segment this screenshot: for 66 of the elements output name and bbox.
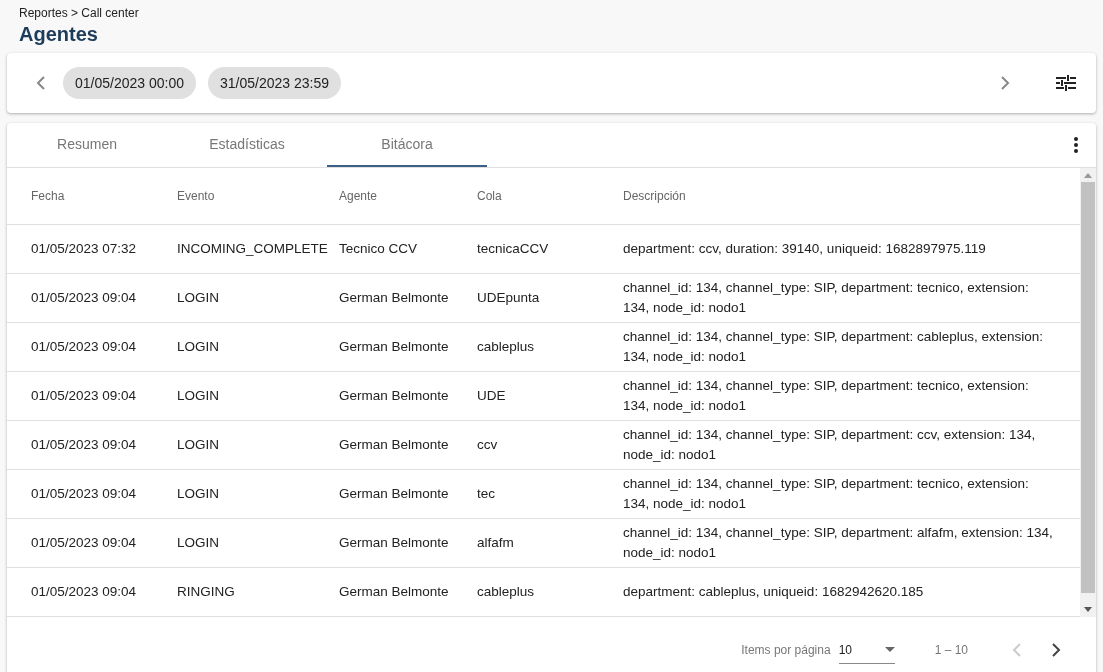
table-cell-text: German Belmonte xyxy=(339,338,450,356)
table-cell-text: channel_id: 134, channel_type: SIP, department: tecnico, extension: 134, node_id: nodo1 xyxy=(623,279,1030,317)
chevron-right-icon xyxy=(1051,643,1061,657)
table-cell-text: cableplus xyxy=(477,583,536,601)
table-cell-text: channel_id: 134, channel_type: SIP, department: cableplus, extension: 134, node_id: nodo1 xyxy=(623,328,1045,366)
table-cell-text: LOGIN xyxy=(177,485,220,503)
table-cell-text: tecnicaCCV xyxy=(477,240,550,258)
more-vertical-icon xyxy=(1074,137,1078,153)
tab[interactable]: Bitácora xyxy=(327,123,487,167)
table-cell-text: German Belmonte xyxy=(339,289,450,307)
table-cell-text: LOGIN xyxy=(177,289,220,307)
scrollbar-thumb[interactable] xyxy=(1081,182,1095,593)
table-cell-text: department: cableplus, uniqueid: 1682942620.185 xyxy=(623,583,925,601)
page-range: 1 – 10 xyxy=(934,643,968,657)
chevron-left-icon xyxy=(35,76,45,90)
table-cell-text: 01/05/2023 09:04 xyxy=(31,534,138,552)
items-per-page-label: Items por página xyxy=(741,643,831,657)
table-cell-text: cableplus xyxy=(477,338,536,356)
table-cell-text: channel_id: 134, channel_type: SIP, department: ccv, extension: 134, node_id: nodo1 xyxy=(623,426,1037,464)
scrollbar[interactable] xyxy=(1080,168,1096,617)
table-cell-text: 01/05/2023 09:04 xyxy=(31,338,138,356)
table-cell-text: department: ccv, duration: 39140, uniqueid: 1682897975.119 xyxy=(623,240,987,258)
chevron-left-icon xyxy=(1011,643,1021,657)
end-date-chip[interactable]: 31/05/2023 23:59 xyxy=(208,67,341,99)
column-header[interactable]: Evento xyxy=(177,186,339,206)
table-cell-text: LOGIN xyxy=(177,436,220,454)
page-size-select[interactable]: 10 xyxy=(838,636,895,664)
page-title: Agentes xyxy=(19,23,99,46)
table-cell-text: UDEpunta xyxy=(477,289,541,307)
table-cell-text: channel_id: 134, channel_type: SIP, department: tecnico, extension: 134, node_id: nodo1 xyxy=(623,475,1030,513)
table-cell-text: 01/05/2023 07:32 xyxy=(31,240,138,258)
column-header[interactable]: Descripción xyxy=(623,186,1056,206)
table-cell-text: Tecnico CCV xyxy=(339,240,419,258)
table-cell-text: ccv xyxy=(477,436,499,454)
table-cell-text: channel_id: 134, channel_type: SIP, department: tecnico, extension: 134, node_id: nodo1 xyxy=(623,377,1030,415)
tab[interactable]: Estadísticas xyxy=(167,123,327,167)
column-header[interactable]: Cola xyxy=(477,186,623,206)
table-cell-text: German Belmonte xyxy=(339,387,450,405)
column-header[interactable]: Agente xyxy=(339,186,477,206)
table-cell-text: RINGING xyxy=(177,583,236,601)
scroll-down-icon[interactable] xyxy=(1084,607,1092,612)
filter-sliders-icon[interactable] xyxy=(1056,74,1076,92)
table-cell-text: UDE xyxy=(477,387,507,405)
dropdown-caret-icon xyxy=(884,647,895,652)
table-cell-text: 01/05/2023 09:04 xyxy=(31,485,138,503)
table-cell-text: German Belmonte xyxy=(339,436,450,454)
table-cell-text: German Belmonte xyxy=(339,583,450,601)
table-cell-text: 01/05/2023 09:04 xyxy=(31,583,138,601)
table-cell-text: LOGIN xyxy=(177,387,220,405)
table-cell-text: LOGIN xyxy=(177,338,220,356)
table-cell-text: German Belmonte xyxy=(339,534,450,552)
table-cell-text: LOGIN xyxy=(177,534,220,552)
scroll-up-icon[interactable] xyxy=(1084,173,1092,178)
table-cell-text: German Belmonte xyxy=(339,485,450,503)
table-cell-text: channel_id: 134, channel_type: SIP, department: alfafm, extension: 134, node_id: nodo1 xyxy=(623,524,1054,562)
table-cell-text: 01/05/2023 09:04 xyxy=(31,387,138,405)
table-cell-text: 01/05/2023 09:04 xyxy=(31,436,138,454)
start-date-chip[interactable]: 01/05/2023 00:00 xyxy=(63,67,196,99)
table-cell-text: 01/05/2023 09:04 xyxy=(31,289,138,307)
table-cell-text: INCOMING_COMPLETE xyxy=(177,240,329,258)
column-header[interactable]: Fecha xyxy=(31,186,177,206)
chevron-right-icon xyxy=(1000,76,1010,90)
table-cell-text: tec xyxy=(477,485,496,503)
table-cell-text: alfafm xyxy=(477,534,515,552)
tab[interactable]: Resumen xyxy=(7,123,167,167)
breadcrumb: Reportes > Call center xyxy=(19,6,140,20)
